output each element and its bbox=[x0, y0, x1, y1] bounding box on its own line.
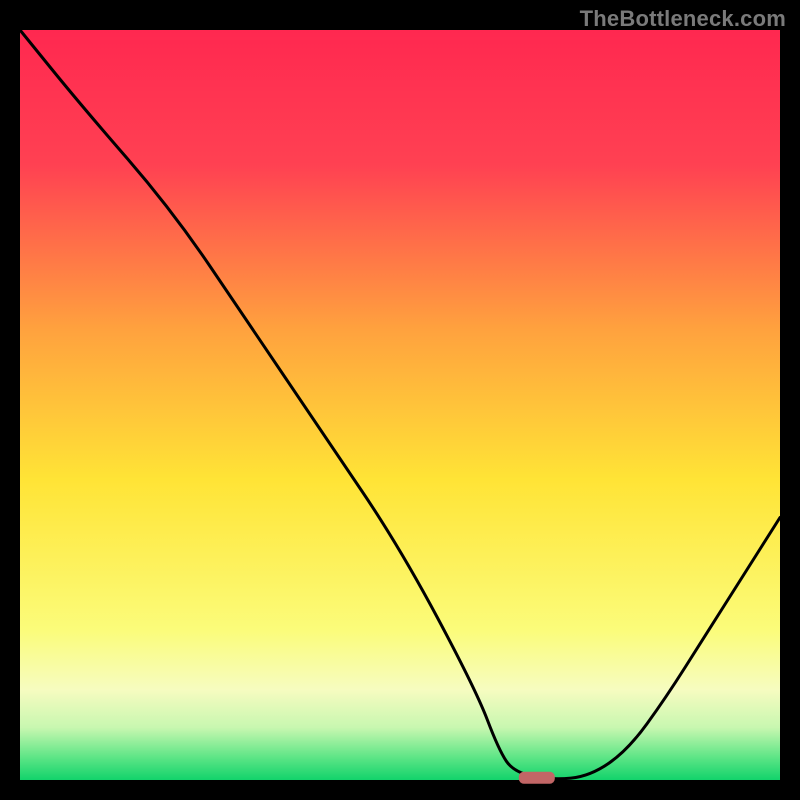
watermark-text: TheBottleneck.com bbox=[580, 6, 786, 32]
bottleneck-curve bbox=[20, 30, 780, 779]
highlight-marker bbox=[519, 772, 555, 784]
curve-layer bbox=[20, 30, 780, 780]
chart-container: TheBottleneck.com bbox=[0, 0, 800, 800]
plot-area bbox=[20, 30, 780, 780]
